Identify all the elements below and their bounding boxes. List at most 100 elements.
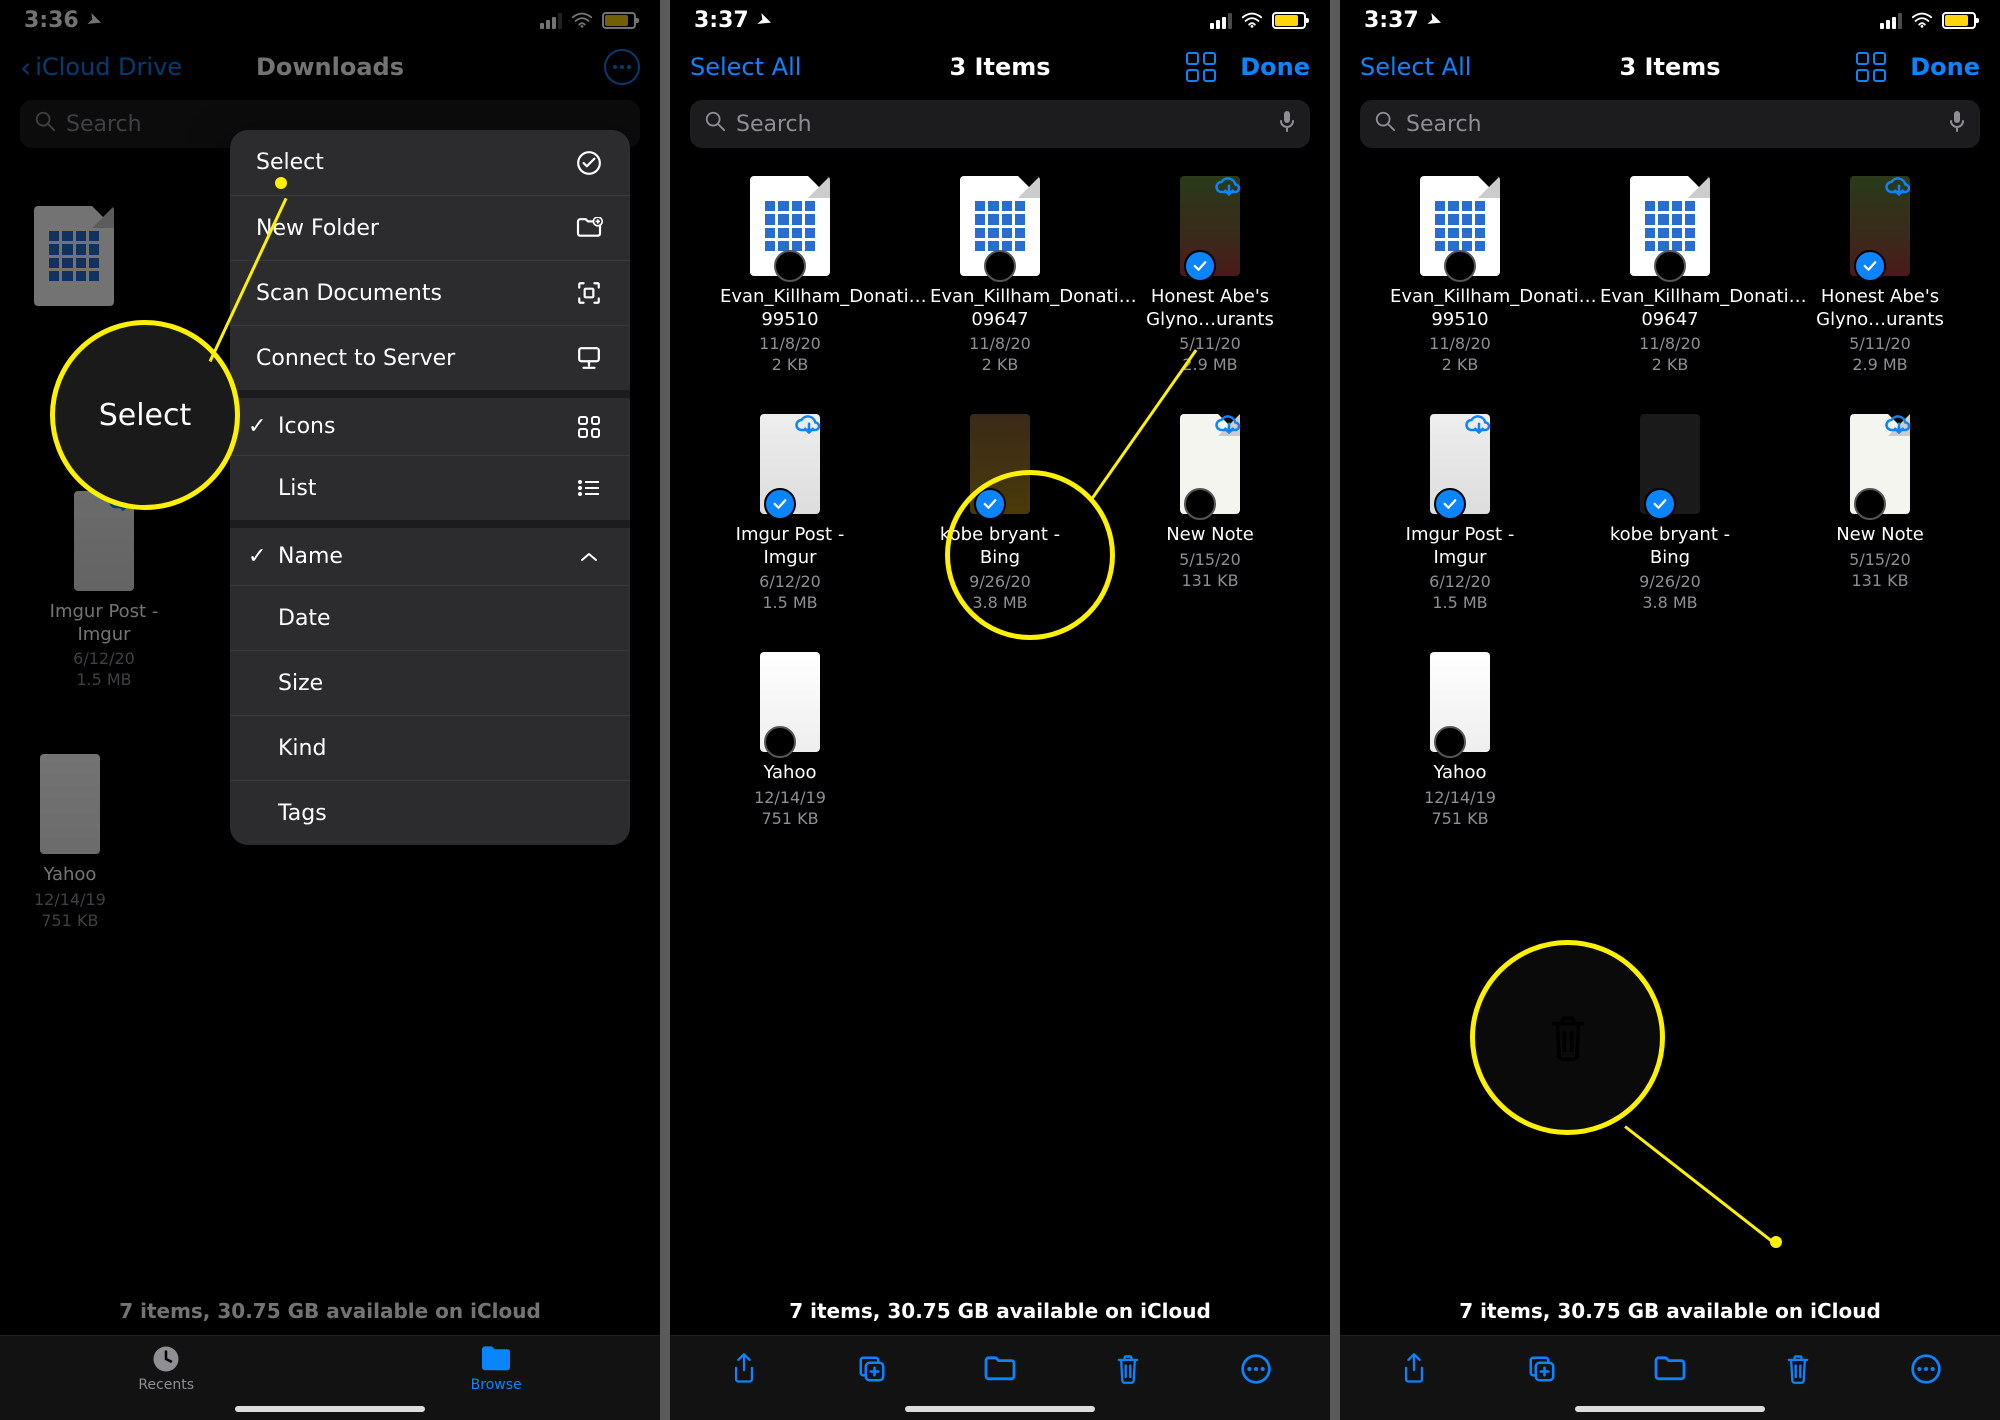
selection-circle	[1444, 250, 1476, 282]
file-item[interactable]: Yahoo 12/14/19 751 KB	[34, 754, 106, 930]
file-name: Yahoo	[1434, 762, 1487, 785]
done-button[interactable]: Done	[1240, 53, 1310, 81]
search-input[interactable]: Search	[690, 100, 1310, 148]
file-item[interactable]: Honest Abe's Glyno…urants5/11/202.9 MB	[1110, 176, 1310, 374]
back-button[interactable]: ‹iCloud Drive	[20, 51, 182, 84]
file-item[interactable]: Evan_Killham_Donati…0964711/8/202 KB	[900, 176, 1100, 374]
tab-label: Browse	[471, 1377, 522, 1393]
more-button[interactable]	[1906, 1349, 1946, 1389]
more-button[interactable]	[1236, 1349, 1276, 1389]
file-item[interactable]: Imgur Post - Imgur6/12/201.5 MB	[1360, 414, 1560, 612]
search-icon	[34, 110, 56, 138]
file-size: 751 KB	[41, 911, 98, 930]
file-item[interactable]: Honest Abe's Glyno…urants5/11/202.9 MB	[1780, 176, 1980, 374]
file-name: Imgur Post - Imgur	[720, 524, 860, 569]
home-indicator[interactable]	[905, 1406, 1095, 1412]
more-button[interactable]	[604, 49, 640, 85]
menu-scan-documents[interactable]: Scan Documents	[230, 260, 630, 325]
chevron-left-icon: ‹	[20, 51, 31, 84]
file-item[interactable]: Evan_Killham_Donati…9951011/8/202 KB	[690, 176, 890, 374]
microphone-icon[interactable]	[1278, 109, 1296, 139]
file-date: 6/12/20	[73, 649, 135, 668]
file-name: New Note	[1836, 524, 1924, 547]
file-item[interactable]: Imgur Post - Imgur 6/12/20 1.5 MB	[34, 491, 174, 689]
file-item[interactable]: Yahoo12/14/19751 KB	[690, 652, 890, 828]
menu-sort-date[interactable]: Date	[230, 585, 630, 650]
file-date: 11/8/20	[1639, 334, 1701, 353]
menu-icons-view[interactable]: ✓Icons	[230, 390, 630, 455]
share-button[interactable]	[724, 1349, 764, 1389]
menu-sort-kind[interactable]: Kind	[230, 715, 630, 780]
file-item[interactable]: New Note5/15/20131 KB	[1780, 414, 1980, 612]
summary-text: 7 items, 30.75 GB available on iCloud	[670, 1299, 1330, 1323]
file-item[interactable]: Evan_Killham_Donati…9951011/8/202 KB	[1360, 176, 1560, 374]
tab-browse[interactable]: Browse	[471, 1345, 522, 1393]
folder-icon	[478, 1345, 514, 1373]
callout-dot	[1770, 1236, 1782, 1248]
grid-icon	[574, 416, 604, 438]
move-button[interactable]	[980, 1349, 1020, 1389]
selected-badge	[1644, 488, 1676, 520]
share-button[interactable]	[1394, 1349, 1434, 1389]
select-all-button[interactable]: Select All	[1360, 53, 1471, 81]
duplicate-button[interactable]	[852, 1349, 892, 1389]
tab-recents[interactable]: Recents	[138, 1345, 194, 1393]
select-all-button[interactable]: Select All	[690, 53, 801, 81]
menu-select[interactable]: Select	[230, 130, 630, 195]
duplicate-button[interactable]	[1522, 1349, 1562, 1389]
view-toggle-button[interactable]	[1186, 52, 1216, 82]
context-menu: Select New Folder Scan Documents Connect…	[230, 130, 630, 845]
file-date: 9/26/20	[969, 572, 1031, 591]
summary-text: 7 items, 30.75 GB available on iCloud	[1340, 1299, 2000, 1323]
panel-3: 3:37➤ Select All 3 Items Done Search Eva…	[1340, 0, 2000, 1420]
done-button[interactable]: Done	[1910, 53, 1980, 81]
status-bar: 3:37➤	[1340, 0, 2000, 40]
menu-list-view[interactable]: List	[230, 455, 630, 520]
location-icon: ➤	[754, 8, 775, 33]
chevron-up-icon	[574, 551, 604, 563]
delete-button[interactable]	[1778, 1349, 1818, 1389]
menu-sort-tags[interactable]: Tags	[230, 780, 630, 845]
signal-icon	[540, 12, 562, 29]
callout-dot	[275, 177, 287, 189]
menu-new-folder[interactable]: New Folder	[230, 195, 630, 260]
microphone-icon[interactable]	[1948, 109, 1966, 139]
file-size: 131 KB	[1181, 571, 1238, 590]
scan-icon	[574, 280, 604, 306]
home-indicator[interactable]	[1575, 1406, 1765, 1412]
home-indicator[interactable]	[235, 1406, 425, 1412]
selection-circle	[1854, 488, 1886, 520]
search-input[interactable]: Search	[1360, 100, 1980, 148]
file-size: 131 KB	[1851, 571, 1908, 590]
battery-icon	[602, 12, 636, 29]
file-name: kobe bryant - Bing	[930, 524, 1070, 569]
location-icon: ➤	[84, 8, 105, 33]
file-item[interactable]: kobe bryant - Bing9/26/203.8 MB	[1570, 414, 1770, 612]
menu-connect-server[interactable]: Connect to Server	[230, 325, 630, 390]
file-item[interactable]: Evan_Killham_Donati…0964711/8/202 KB	[1570, 176, 1770, 374]
view-toggle-button[interactable]	[1856, 52, 1886, 82]
file-item[interactable]: kobe bryant - Bing9/26/203.8 MB	[900, 414, 1100, 612]
move-button[interactable]	[1650, 1349, 1690, 1389]
file-name: Yahoo	[764, 762, 817, 785]
file-item[interactable]: New Note5/15/20131 KB	[1110, 414, 1310, 612]
toolbar	[670, 1335, 1330, 1420]
search-placeholder: Search	[736, 112, 1268, 137]
file-date: 11/8/20	[969, 334, 1031, 353]
file-item[interactable]: Imgur Post - Imgur6/12/201.5 MB	[690, 414, 890, 612]
file-size: 751 KB	[761, 809, 818, 828]
tab-label: Recents	[138, 1377, 194, 1393]
checkmark-icon: ✓	[248, 544, 270, 569]
panel-1: 3:36➤ ‹iCloud Drive Downloads Search	[0, 0, 660, 1420]
file-name: Yahoo	[43, 864, 96, 887]
selected-badge	[974, 488, 1006, 520]
selection-circle	[1654, 250, 1686, 282]
menu-sort-size[interactable]: Size	[230, 650, 630, 715]
menu-sort-name[interactable]: ✓Name	[230, 520, 630, 585]
selection-circle	[774, 250, 806, 282]
nav-bar: ‹iCloud Drive Downloads	[0, 40, 660, 94]
file-size: 2 KB	[772, 355, 809, 374]
delete-button[interactable]	[1108, 1349, 1148, 1389]
file-item[interactable]	[34, 206, 114, 306]
file-item[interactable]: Yahoo12/14/19751 KB	[1360, 652, 1560, 828]
